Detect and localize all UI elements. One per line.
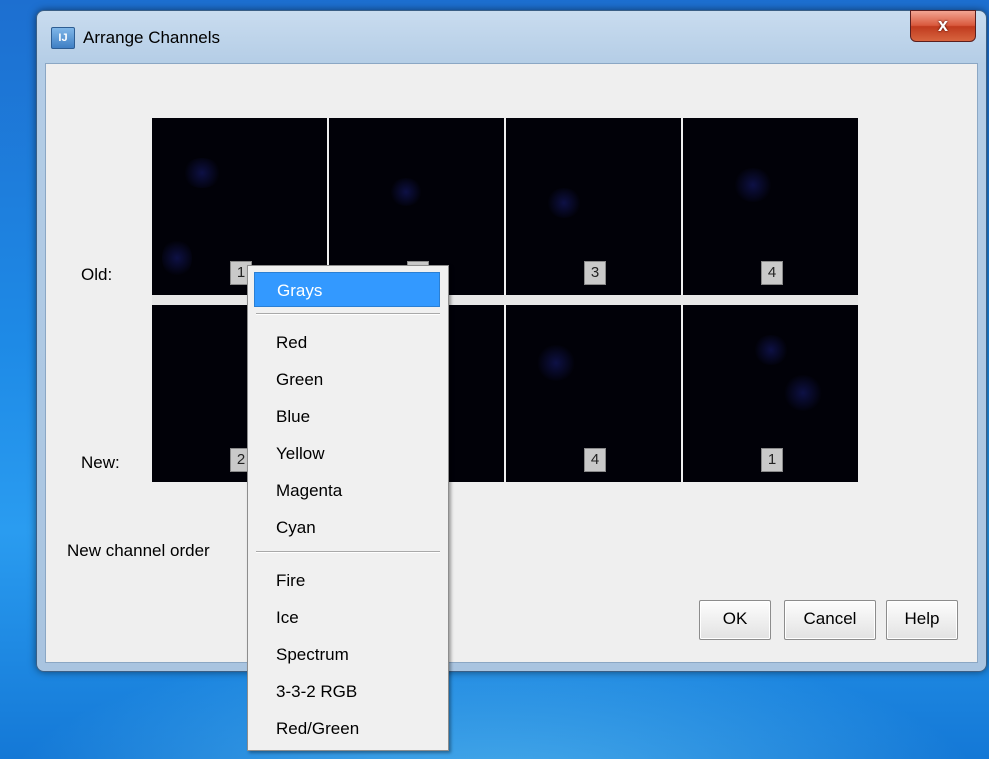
menu-separator (256, 313, 440, 315)
menu-item-grays[interactable]: Grays (254, 272, 440, 307)
imagej-app-icon: IJ (51, 27, 75, 49)
menu-item-red[interactable]: Red (254, 325, 440, 360)
new-channel-tile-4[interactable]: 1 (683, 305, 858, 482)
lut-popup-menu: Grays Red Green Blue Yellow Magenta Cyan… (247, 265, 449, 751)
cancel-button[interactable]: Cancel (784, 600, 876, 640)
menu-item-spectrum[interactable]: Spectrum (254, 637, 440, 672)
menu-item-332-rgb[interactable]: 3-3-2 RGB (254, 674, 440, 709)
menu-item-ice[interactable]: Ice (254, 600, 440, 635)
help-button[interactable]: Help (886, 600, 958, 640)
old-row-label: Old: (81, 265, 113, 284)
new-row-label: New: (81, 453, 120, 472)
dialog-content: Old: New: 1 2 3 4 2 3 4 (45, 63, 978, 663)
menu-item-yellow[interactable]: Yellow (254, 436, 440, 471)
menu-item-green[interactable]: Green (254, 362, 440, 397)
menu-item-magenta[interactable]: Magenta (254, 473, 440, 508)
new-channel-number: 1 (761, 448, 783, 472)
old-channel-tile-4[interactable]: 4 (683, 118, 858, 295)
close-button[interactable]: x (910, 10, 976, 42)
ok-button[interactable]: OK (699, 600, 771, 640)
new-channel-number: 4 (584, 448, 606, 472)
window-title: Arrange Channels (83, 28, 221, 47)
old-channel-number: 3 (584, 261, 606, 285)
old-channel-number: 4 (761, 261, 783, 285)
new-channel-tile-3[interactable]: 4 (506, 305, 681, 482)
menu-item-red-green[interactable]: Red/Green (254, 711, 440, 746)
arrange-channels-dialog: IJ Arrange Channels x Old: New: 1 2 3 4 … (36, 10, 987, 672)
menu-item-cyan[interactable]: Cyan (254, 510, 440, 545)
title-bar[interactable]: IJ Arrange Channels x (37, 10, 986, 63)
new-channel-order-label: New channel order (67, 541, 210, 560)
menu-item-fire[interactable]: Fire (254, 563, 440, 598)
old-channel-tile-3[interactable]: 3 (506, 118, 681, 295)
menu-separator (256, 551, 440, 553)
menu-item-blue[interactable]: Blue (254, 399, 440, 434)
